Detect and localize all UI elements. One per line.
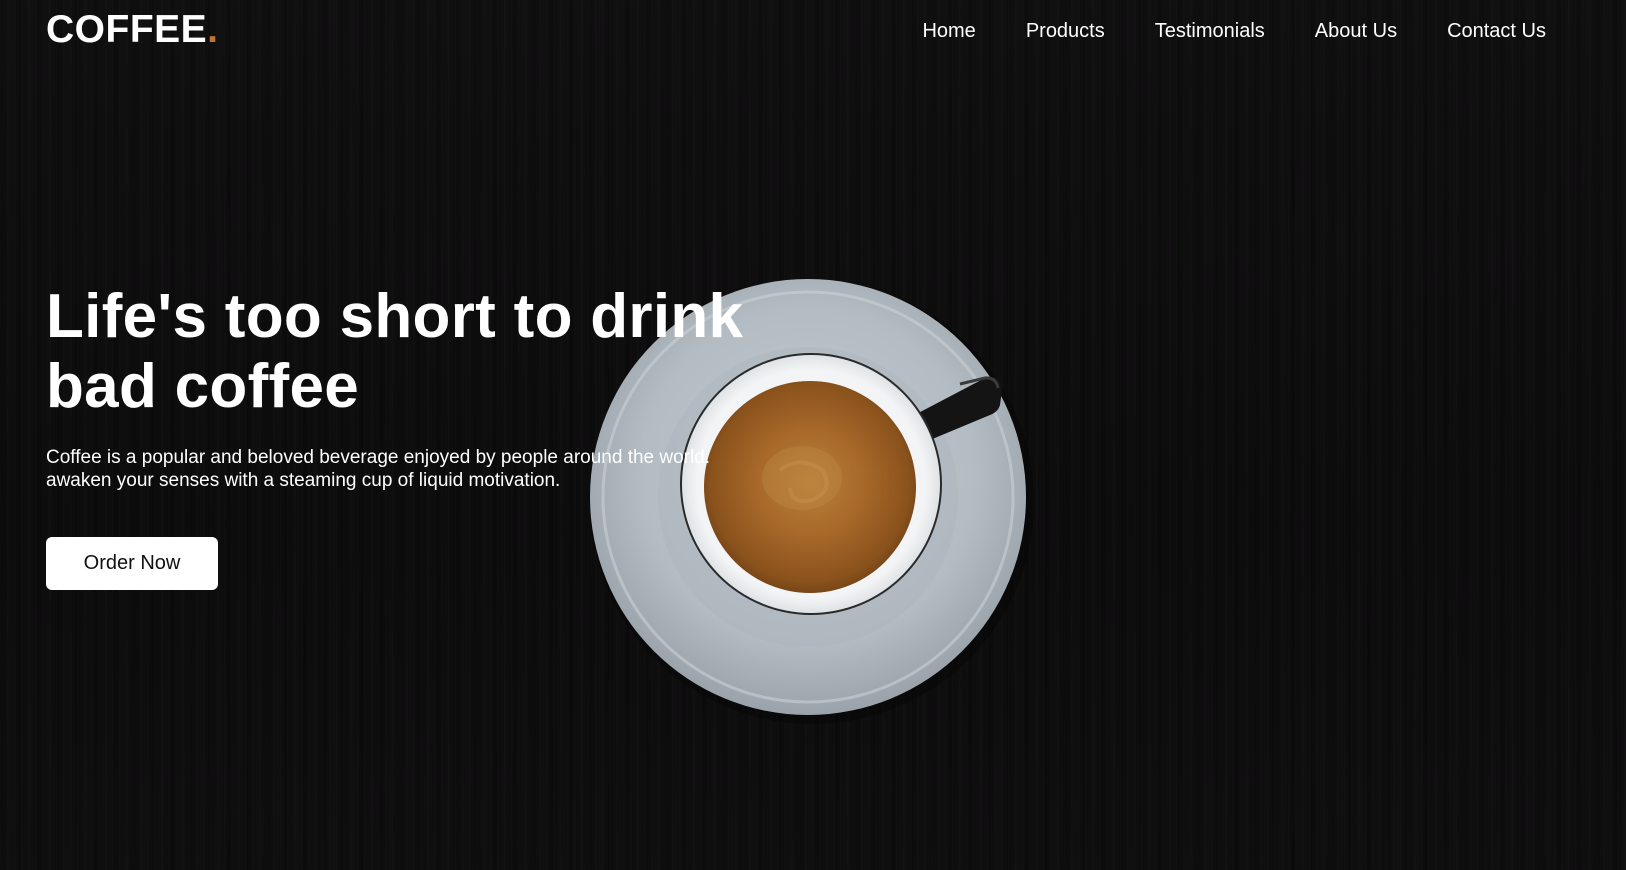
hero-headline: Life's too short to drink bad coffee — [46, 282, 744, 421]
nav-link-products[interactable]: Products — [1026, 19, 1105, 43]
nav-link-about-us[interactable]: About Us — [1315, 19, 1397, 43]
hero-subtitle: Coffee is a popular and beloved beverage… — [46, 446, 806, 492]
nav-link-home[interactable]: Home — [922, 19, 975, 43]
nav-link-contact-us[interactable]: Contact Us — [1447, 19, 1546, 43]
hero-content: Life's too short to drink bad coffee Cof… — [46, 282, 806, 492]
nav-link-testimonials[interactable]: Testimonials — [1155, 19, 1265, 43]
hero-subtitle-line-2: awaken your senses with a steaming cup o… — [46, 470, 561, 491]
brand-dot: . — [207, 8, 219, 51]
nav-menu: Home Products Testimonials About Us Cont… — [872, 19, 1546, 43]
brand-name: COFFEE — [46, 8, 208, 51]
brand-logo[interactable]: COFFEE. — [46, 10, 219, 50]
hero-section: COFFEE. Home Products Testimonials About… — [0, 0, 1626, 870]
hero-subtitle-line-1: Coffee is a popular and beloved beverage… — [46, 447, 711, 468]
top-navigation: COFFEE. Home Products Testimonials About… — [0, 0, 1626, 62]
order-now-button[interactable]: Order Now — [46, 537, 218, 590]
